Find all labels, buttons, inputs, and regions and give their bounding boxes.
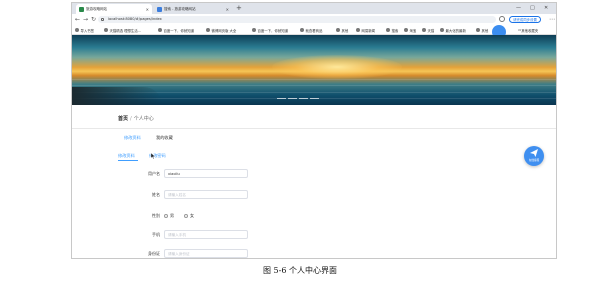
bookmark-icon: [104, 28, 108, 32]
carousel-dot[interactable]: [277, 98, 286, 99]
banner-sun-glow: [272, 55, 402, 79]
bookmark-item[interactable]: 其他: [336, 27, 348, 33]
mouse-cursor-icon: [151, 153, 156, 159]
bookmark-item[interactable]: 淘宝: [404, 27, 416, 33]
bookmark-item[interactable]: 网易新闻: [356, 27, 375, 33]
bookmarks-bar: 导入书签 天猫精选 理想生活... 百度一下，你就知道 微博网页版 大全 百度一…: [72, 25, 556, 35]
customer-service-button[interactable]: 在线客服: [524, 146, 544, 166]
bookmark-icon: [206, 28, 210, 32]
customer-service-label: 在线客服: [528, 159, 540, 162]
carousel-dot[interactable]: [310, 98, 319, 99]
id-card-label: 身份证: [148, 251, 160, 256]
bookmark-item[interactable]: 导入书签: [75, 27, 94, 33]
username-label: 用户名: [148, 171, 160, 176]
bookmark-icon: [476, 28, 480, 32]
bookmark-icon: [252, 28, 256, 32]
name-label: 姓名: [152, 192, 160, 197]
bookmark-item[interactable]: 天猫精选 理想生活...: [104, 27, 141, 33]
breadcrumb-current: 个人中心: [133, 116, 154, 122]
address-bar: ← → ↻ localhost:8080/#/pages/index 请完成同步…: [72, 14, 556, 25]
gender-radio-male[interactable]: 男: [164, 213, 174, 219]
radio-circle: [184, 214, 188, 218]
back-icon[interactable]: ←: [75, 16, 80, 23]
name-field[interactable]: 请输入姓名: [164, 190, 248, 199]
bookmark-folder[interactable]: ▭ 其他收藏夹: [518, 27, 538, 33]
star-icon[interactable]: [499, 16, 505, 22]
search-favicon-icon: [157, 6, 162, 12]
bookmark-icon: [336, 28, 340, 32]
bookmark-item[interactable]: 就查看商品: [300, 27, 322, 33]
bookmark-icon: [356, 28, 360, 32]
site-favicon-icon: [79, 6, 84, 12]
close-window-button[interactable]: ✕: [544, 4, 548, 13]
banner-rock: [72, 87, 162, 105]
bookmark-item[interactable]: 微博网页版 大全: [206, 27, 236, 33]
bookmark-item[interactable]: 百度一下，你就知道: [158, 27, 194, 33]
browser-tab[interactable]: 搜索 - 旅游攻略网站 ✕: [154, 4, 232, 14]
breadcrumb-separator: /: [130, 116, 132, 122]
banner-ripple: [72, 85, 556, 86]
hero-banner-image: [72, 35, 556, 105]
reload-icon[interactable]: ↻: [91, 16, 96, 23]
tab-bar: 旅游攻略网站 ✕ 搜索 - 旅游攻略网站 ✕ + — □ ✕: [72, 3, 556, 14]
close-icon[interactable]: ✕: [146, 7, 149, 12]
breadcrumb-home[interactable]: 首页: [118, 116, 128, 122]
banner-ripple: [72, 79, 556, 80]
breadcrumb: 首页 / 个人中心: [118, 115, 154, 122]
browser-window: 旅游攻略网站 ✕ 搜索 - 旅游攻略网站 ✕ + — □ ✕ ← → ↻ loc…: [71, 2, 557, 259]
forward-icon[interactable]: →: [83, 16, 88, 23]
close-icon[interactable]: ✕: [226, 7, 229, 12]
site-info-icon[interactable]: [101, 18, 104, 21]
carousel-dot[interactable]: [299, 98, 308, 99]
gender-radio-female[interactable]: 女: [184, 213, 194, 219]
paper-plane-icon: [530, 149, 538, 157]
carousel-indicators[interactable]: [277, 98, 319, 99]
bookmark-icon: [75, 28, 79, 32]
phone-field[interactable]: 请输入手机: [164, 230, 248, 239]
figure-caption: 图 5-6 个人中心界面: [263, 266, 337, 275]
bookmark-icon: [386, 28, 390, 32]
url-field[interactable]: localhost:8080/#/pages/index: [98, 16, 496, 23]
bookmark-icon: [300, 28, 304, 32]
bookmark-icon: [440, 28, 444, 32]
tab-title: 搜索 - 旅游攻略网站: [164, 6, 196, 11]
bookmark-item[interactable]: 其他: [476, 27, 488, 33]
phone-label: 手机: [152, 232, 160, 237]
url-text: localhost:8080/#/pages/index: [108, 17, 162, 21]
minimize-button[interactable]: —: [516, 4, 521, 13]
id-card-field[interactable]: 请输入身份证: [164, 249, 248, 258]
profile-button[interactable]: 请完成同步设置: [509, 16, 541, 23]
tab-favorites[interactable]: 我的收藏: [156, 135, 173, 141]
bookmark-item[interactable]: 天猫: [422, 27, 434, 33]
subtab-edit-profile[interactable]: 修改资料: [118, 153, 135, 159]
bookmark-item[interactable]: 最大化的最新: [440, 27, 466, 33]
menu-icon[interactable]: ⋯: [549, 16, 555, 23]
maximize-button[interactable]: □: [530, 4, 535, 13]
gender-label: 性别: [152, 213, 160, 218]
radio-circle: [164, 214, 168, 218]
username-field[interactable]: xiaoliu: [164, 169, 248, 178]
carousel-dot[interactable]: [288, 98, 297, 99]
browser-tab-active[interactable]: 旅游攻略网站 ✕: [76, 4, 152, 14]
bookmark-icon: [404, 28, 408, 32]
divider: [72, 128, 556, 129]
tab-edit-profile[interactable]: 修改资料: [124, 135, 141, 141]
tab-title: 旅游攻略网站: [86, 6, 107, 11]
bookmark-icon: [158, 28, 162, 32]
active-tab-underline: [118, 160, 138, 161]
bookmark-icon: [422, 28, 426, 32]
bookmark-item[interactable]: 搜索: [386, 27, 398, 33]
bookmark-item[interactable]: 百度一下，你就知道: [252, 27, 288, 33]
new-tab-button[interactable]: +: [236, 4, 242, 13]
